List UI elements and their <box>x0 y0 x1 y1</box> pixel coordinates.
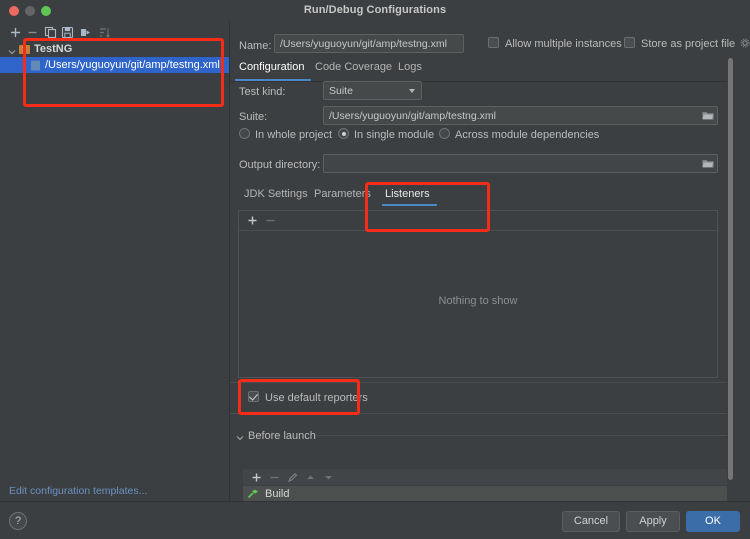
testng-icon: T <box>19 44 30 55</box>
divider <box>230 382 727 383</box>
configurations-tree: T TestNG /Users/yuguoyun/git/amp/testng.… <box>0 41 229 101</box>
use-default-reporters-checkbox[interactable] <box>248 391 259 402</box>
allow-multiple-instances-checkbox[interactable] <box>488 37 499 48</box>
subtab-parameters[interactable]: Parameters <box>314 188 371 200</box>
save-icon[interactable] <box>61 26 74 39</box>
suite-label: Suite: <box>239 111 268 123</box>
subtab-listeners[interactable]: Listeners <box>385 188 430 200</box>
configurations-tree-panel: T TestNG /Users/yuguoyun/git/amp/testng.… <box>0 21 230 501</box>
plus-icon[interactable] <box>251 472 262 483</box>
minus-icon[interactable] <box>26 26 39 39</box>
xml-file-icon <box>30 60 41 71</box>
minus-icon <box>269 472 280 483</box>
listeners-empty-text: Nothing to show <box>438 295 518 307</box>
tree-group-testng[interactable]: T TestNG <box>0 41 229 57</box>
svg-text:T: T <box>23 47 27 54</box>
window-titlebar: Run/Debug Configurations <box>0 0 750 22</box>
gear-icon[interactable] <box>740 38 750 48</box>
name-label: Name: <box>239 40 272 52</box>
tree-item-label: /Users/yuguoyun/git/amp/testng.xml <box>45 59 220 71</box>
active-tab-underline <box>235 79 311 81</box>
suite-input[interactable]: /Users/yuguoyun/git/amp/testng.xml <box>323 106 718 125</box>
sort-icon[interactable] <box>98 26 111 39</box>
test-kind-label: Test kind: <box>239 86 286 98</box>
before-launch-title: Before launch <box>248 430 316 442</box>
before-launch-rule <box>315 435 727 436</box>
output-directory-input[interactable] <box>323 154 718 173</box>
output-directory-label: Output directory: <box>239 159 321 171</box>
plus-icon[interactable] <box>247 215 258 226</box>
run-config-icon[interactable] <box>79 26 92 39</box>
help-button[interactable]: ? <box>9 512 27 530</box>
edit-configuration-templates-link[interactable]: Edit configuration templates... <box>9 485 147 497</box>
configuration-sub-tabs: JDK Settings Parameters Listeners <box>238 186 727 206</box>
use-default-reporters-label: Use default reporters <box>265 392 368 404</box>
vertical-scrollbar[interactable] <box>726 58 735 490</box>
subtab-jdk-settings[interactable]: JDK Settings <box>244 188 308 200</box>
test-kind-value: Suite <box>329 85 353 97</box>
name-input-value: /Users/yuguoyun/git/amp/testng.xml <box>280 38 447 50</box>
ok-button[interactable]: OK <box>686 511 740 532</box>
allow-multiple-instances-label: Allow multiple instances <box>505 38 622 50</box>
chevron-down-icon[interactable] <box>8 45 16 55</box>
radio-in-single-module[interactable] <box>338 128 349 139</box>
chevron-down-icon[interactable] <box>236 433 244 441</box>
editor-tabs: Configuration Code Coverage Logs <box>230 59 727 82</box>
suite-input-value: /Users/yuguoyun/git/amp/testng.xml <box>329 110 496 122</box>
window-title: Run/Debug Configurations <box>303 4 447 16</box>
vertical-scrollbar-thumb[interactable] <box>728 58 733 480</box>
arrow-up-icon <box>305 472 316 483</box>
store-as-project-file-label: Store as project file <box>641 38 736 50</box>
run-debug-configurations-dialog: Run/Debug Configurations T TestNG /Users… <box>0 0 750 539</box>
dialog-footer: ? Cancel Apply OK <box>0 501 750 539</box>
active-subtab-underline <box>382 204 437 206</box>
pencil-icon <box>287 472 298 483</box>
hammer-icon <box>247 488 259 499</box>
listeners-list-panel: Nothing to show <box>238 210 718 378</box>
chevron-down-icon <box>409 89 415 93</box>
browse-folder-icon[interactable] <box>702 158 714 169</box>
configuration-editor-panel: Name: /Users/yuguoyun/git/amp/testng.xml… <box>230 21 750 501</box>
tab-logs[interactable]: Logs <box>398 61 422 73</box>
radio-across-module-dependencies[interactable] <box>439 128 450 139</box>
radio-in-whole-project-label: In whole project <box>255 129 333 141</box>
cancel-button[interactable]: Cancel <box>562 511 620 532</box>
plus-icon[interactable] <box>9 26 22 39</box>
copy-icon[interactable] <box>44 26 57 39</box>
apply-button[interactable]: Apply <box>626 511 680 532</box>
tree-group-label: TestNG <box>34 43 73 55</box>
tab-code-coverage[interactable]: Code Coverage <box>315 61 392 73</box>
arrow-down-icon <box>323 472 334 483</box>
radio-in-single-module-label: In single module <box>354 129 435 141</box>
browse-folder-icon[interactable] <box>702 110 714 121</box>
radio-across-module-dependencies-label: Across module dependencies <box>455 129 600 141</box>
before-launch-toolbar <box>243 469 727 485</box>
before-launch-task-row[interactable]: Build <box>243 486 727 501</box>
store-as-project-file-checkbox[interactable] <box>624 37 635 48</box>
listeners-toolbar <box>239 211 717 231</box>
configurations-toolbar <box>0 23 229 41</box>
tree-item-testng-xml[interactable]: /Users/yuguoyun/git/amp/testng.xml <box>0 57 229 73</box>
tab-configuration[interactable]: Configuration <box>239 61 304 73</box>
minus-icon <box>265 215 276 226</box>
divider <box>230 413 727 414</box>
radio-in-whole-project[interactable] <box>239 128 250 139</box>
before-launch-task-label: Build <box>265 488 290 500</box>
name-input[interactable]: /Users/yuguoyun/git/amp/testng.xml <box>274 34 464 53</box>
test-kind-dropdown[interactable]: Suite <box>323 81 422 100</box>
